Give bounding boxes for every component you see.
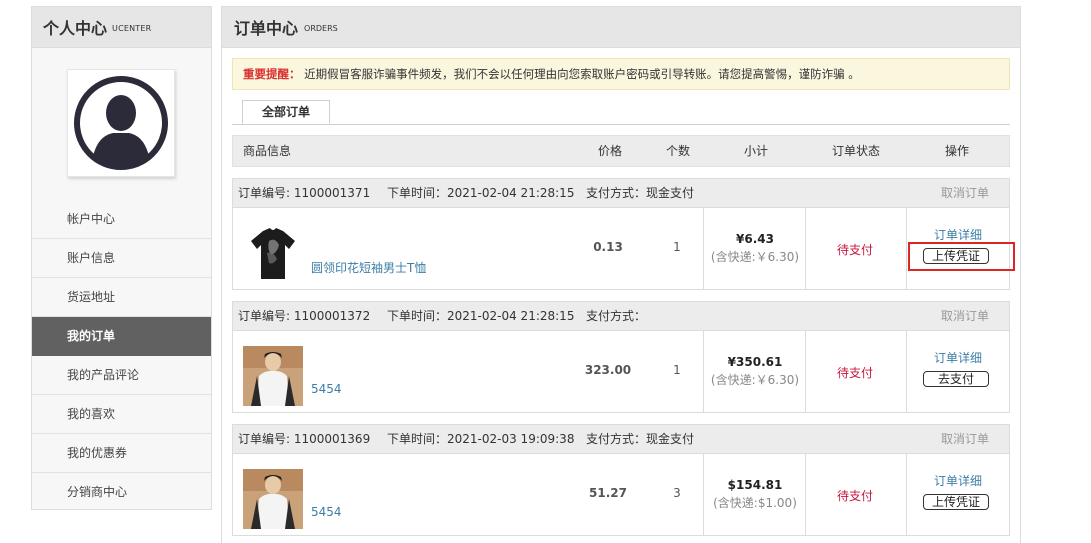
security-notice: 重要提醒： 近期假冒客服诈骗事件频发，我们不会以任何理由向您索取账户密码或引导转… — [232, 58, 1010, 90]
order-detail-link[interactable]: 订单详细 — [907, 472, 1009, 489]
sidebar-item-product-reviews[interactable]: 我的产品评论 — [32, 356, 211, 395]
upload-voucher-button[interactable]: 上传凭证 — [923, 494, 989, 510]
product-name-link[interactable]: 5454 — [311, 505, 342, 519]
column-header-price: 价格 — [598, 144, 623, 158]
order-total: ¥350.61 — [727, 355, 783, 369]
sidebar-subtitle: UCENTER — [112, 24, 152, 33]
user-avatar-icon — [74, 76, 168, 170]
order-time: 下单时间：2021-02-04 21:28:15 — [387, 309, 575, 323]
order-item-row: 5454 51.27 3 $154.81 (含快递:$1.00) 待支付 订单详… — [233, 454, 1009, 535]
user-center-sidebar: 个人中心 UCENTER 帐户中心 账户信息 货运地址 我的订单 我的产品评论 … — [31, 6, 212, 510]
order-status: 待支付 — [836, 489, 873, 503]
model-photo-image — [243, 469, 303, 529]
order-item-row: 5454 323.00 1 ¥350.61 (含快递:￥6.30) 待支付 订单… — [233, 331, 1009, 412]
column-header-status: 订单状态 — [832, 144, 881, 158]
item-price: 323.00 — [584, 363, 632, 377]
column-divider — [906, 454, 907, 535]
upload-voucher-button[interactable]: 上传凭证 — [923, 248, 989, 264]
sidebar-item-account-center[interactable]: 帐户中心 — [32, 200, 211, 239]
sidebar-item-my-orders[interactable]: 我的订单 — [32, 317, 211, 356]
avatar — [67, 69, 175, 177]
order-total: ¥6.43 — [736, 232, 774, 246]
column-divider — [703, 454, 704, 535]
tab-all-orders[interactable]: 全部订单 — [242, 100, 330, 124]
sidebar-title: 个人中心 — [43, 19, 108, 38]
column-header-qty: 个数 — [666, 144, 691, 158]
order-header: 订单编号: 1100001369 下单时间：2021-02-03 19:09:3… — [233, 425, 1009, 454]
sidebar-header: 个人中心 UCENTER — [32, 7, 211, 48]
order-card: 订单编号: 1100001371 下单时间：2021-02-04 21:28:1… — [232, 178, 1015, 290]
column-header-action: 操作 — [945, 144, 970, 158]
main-header: 订单中心 ORDERS — [222, 7, 1020, 48]
order-card: 订单编号: 1100001372 下单时间：2021-02-04 21:28:1… — [232, 301, 1010, 413]
order-center-panel: 订单中心 ORDERS 重要提醒： 近期假冒客服诈骗事件频发，我们不会以任何理由… — [221, 6, 1021, 543]
column-header-product: 商品信息 — [243, 144, 292, 158]
sidebar-item-distributor-center[interactable]: 分销商中心 — [32, 473, 211, 511]
model-photo-image — [243, 346, 303, 406]
sidebar-item-coupons[interactable]: 我的优惠券 — [32, 434, 211, 473]
notice-label: 重要提醒： — [243, 67, 301, 81]
page-subtitle: ORDERS — [304, 24, 338, 33]
column-header-subtotal: 小计 — [744, 144, 769, 158]
item-quantity: 3 — [673, 486, 681, 500]
order-total: $154.81 — [727, 478, 783, 492]
sidebar-item-account-info[interactable]: 账户信息 — [32, 239, 211, 278]
shipping-fee: (含快递:￥6.30) — [710, 250, 800, 264]
order-tabs: 全部订单 — [232, 100, 1010, 125]
order-card: 订单编号: 1100001369 下单时间：2021-02-03 19:09:3… — [232, 424, 1010, 536]
black-tshirt-image — [251, 228, 295, 279]
item-price: 0.13 — [593, 240, 623, 254]
item-quantity: 1 — [673, 363, 681, 377]
column-divider — [906, 208, 907, 289]
order-header: 订单编号: 1100001372 下单时间：2021-02-04 21:28:1… — [233, 302, 1009, 331]
order-item-row: 圆领印花短袖男士T恤 0.13 1 ¥6.43 (含快递:￥6.30) 待支付 … — [233, 208, 1015, 289]
product-name-link[interactable]: 圆领印花短袖男士T恤 — [311, 259, 426, 276]
order-table-header: 商品信息 价格 个数 小计 订单状态 操作 — [232, 135, 1010, 167]
product-image[interactable] — [243, 469, 303, 529]
column-divider — [906, 331, 907, 412]
order-time: 下单时间：2021-02-04 21:28:15 — [387, 186, 575, 200]
sidebar-item-favorites[interactable]: 我的喜欢 — [32, 395, 211, 434]
sidebar-item-shipping-address[interactable]: 货运地址 — [32, 278, 211, 317]
order-time: 下单时间：2021-02-03 19:09:38 — [387, 432, 575, 446]
payment-method: 支付方式：现金支付 — [586, 432, 695, 446]
order-status: 待支付 — [836, 243, 873, 257]
page-title: 订单中心 — [234, 19, 299, 38]
column-divider — [703, 331, 704, 412]
shipping-fee: (含快递:￥6.30) — [710, 373, 800, 387]
order-status: 待支付 — [836, 366, 873, 380]
payment-method: 支付方式： — [586, 309, 647, 323]
product-image[interactable] — [243, 223, 303, 283]
cancel-order-link[interactable]: 取消订单 — [941, 425, 989, 453]
order-detail-link[interactable]: 订单详细 — [907, 226, 1009, 243]
sidebar-menu: 帐户中心 账户信息 货运地址 我的订单 我的产品评论 我的喜欢 我的优惠券 分销… — [32, 200, 211, 511]
notice-text: 近期假冒客服诈骗事件频发，我们不会以任何理由向您索取账户密码或引导转账。请您提高… — [304, 67, 860, 81]
product-name-link[interactable]: 5454 — [311, 382, 342, 396]
column-divider — [703, 208, 704, 289]
order-number: 订单编号: 1100001371 — [238, 186, 371, 200]
order-header: 订单编号: 1100001371 下单时间：2021-02-04 21:28:1… — [233, 179, 1009, 208]
order-number: 订单编号: 1100001372 — [238, 309, 371, 323]
cancel-order-link[interactable]: 取消订单 — [941, 302, 989, 330]
payment-method: 支付方式：现金支付 — [586, 186, 695, 200]
pay-now-button[interactable]: 去支付 — [923, 371, 989, 387]
order-detail-link[interactable]: 订单详细 — [907, 349, 1009, 366]
shipping-fee: (含快递:$1.00) — [713, 496, 797, 510]
product-image[interactable] — [243, 346, 303, 406]
cancel-order-link[interactable]: 取消订单 — [941, 179, 989, 207]
item-price: 51.27 — [589, 486, 627, 500]
item-quantity: 1 — [673, 240, 681, 254]
order-number: 订单编号: 1100001369 — [238, 432, 371, 446]
